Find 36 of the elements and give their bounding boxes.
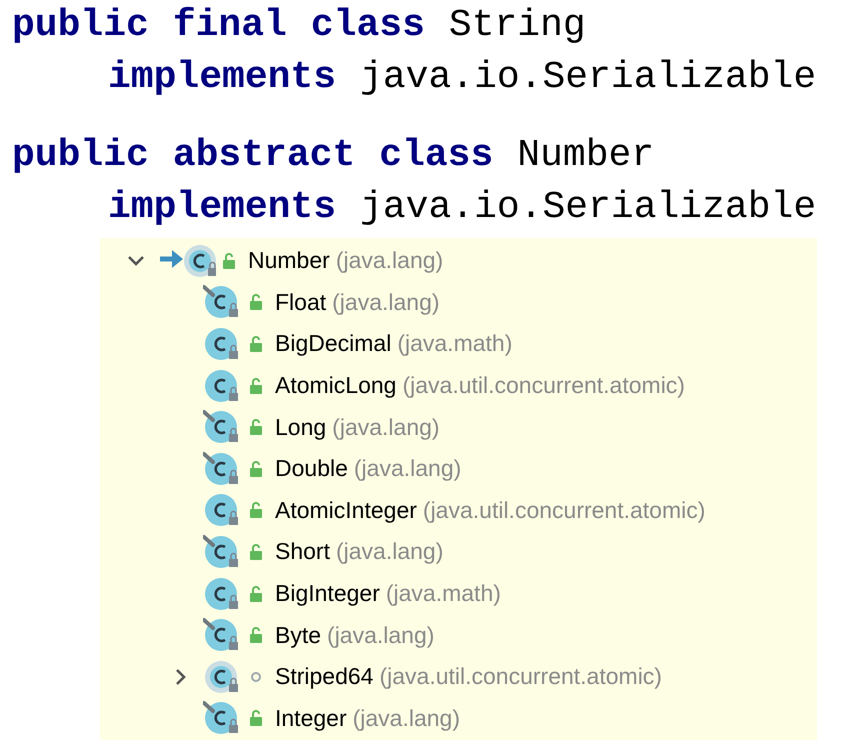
code-keyword: public — [12, 3, 149, 49]
package-name: (java.lang) — [332, 414, 440, 441]
package-name: (java.math) — [397, 330, 512, 358]
class-name: AtomicLong — [275, 372, 396, 400]
code-identifier: String — [448, 3, 586, 49]
code-keyword: abstract — [172, 133, 356, 179]
class-name: Float — [275, 288, 326, 316]
package-name: (java.lang) — [336, 538, 444, 566]
package-name: (java.util.concurrent.atomic) — [402, 372, 685, 400]
package-name: (java.util.concurrent.atomic) — [422, 496, 706, 524]
class-name: Double — [275, 455, 348, 482]
package-name: (java.lang) — [352, 704, 460, 732]
code-keyword: public — [12, 133, 149, 179]
code-identifier: java.io.Serializable — [360, 185, 816, 231]
package-name: (java.math) — [386, 580, 501, 608]
package-name: (java.lang) — [336, 247, 444, 274]
package-name: (java.util.concurrent.atomic) — [379, 663, 662, 690]
class-name: Short — [275, 538, 330, 566]
code-keyword: implements — [108, 185, 336, 231]
code-keyword: implements — [108, 55, 336, 101]
package-name: (java.lang) — [354, 455, 462, 482]
code-identifier: java.io.Serializable — [360, 55, 816, 101]
code-keyword: final — [172, 3, 287, 49]
class-name: BigDecimal — [275, 330, 392, 358]
class-name: Long — [275, 414, 326, 441]
class-name: AtomicInteger — [275, 496, 417, 524]
class-name: BigInteger — [275, 580, 380, 608]
class-name: Number — [248, 247, 330, 274]
class-name: Integer — [275, 704, 347, 732]
code-identifier: Number — [517, 133, 654, 179]
code-keyword: class — [379, 133, 494, 179]
code-keyword: class — [310, 3, 425, 49]
class-name: Byte — [275, 622, 322, 649]
package-name: (java.lang) — [332, 288, 440, 316]
package-name: (java.lang) — [327, 622, 434, 649]
class-name: Striped64 — [275, 663, 374, 690]
